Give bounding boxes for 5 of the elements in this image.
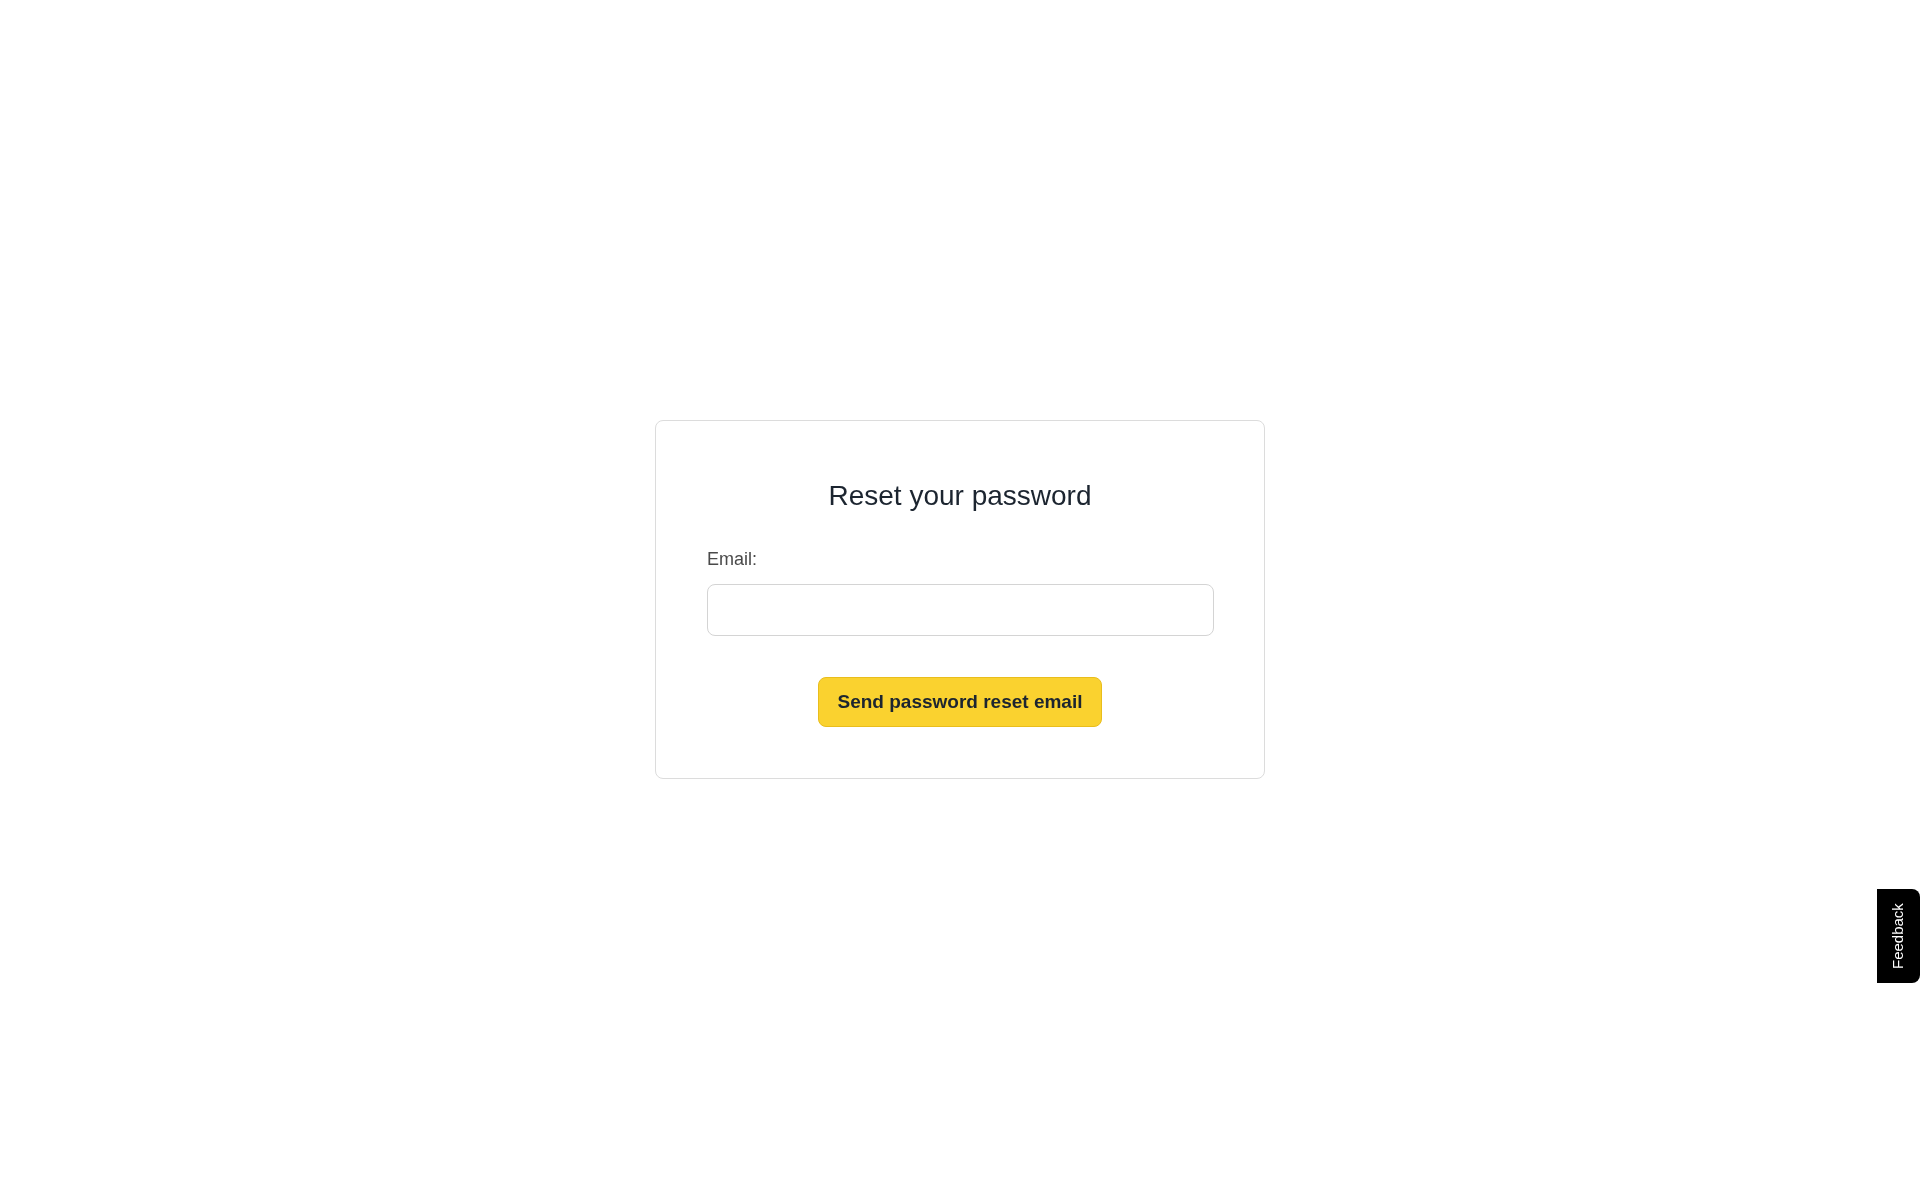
feedback-tab[interactable]: Feedback [1877,889,1920,983]
form-title: Reset your password [828,479,1092,513]
email-input-field[interactable] [707,584,1214,636]
email-label: Email: [707,548,757,571]
send-reset-email-button[interactable]: Send password reset email [818,677,1102,727]
